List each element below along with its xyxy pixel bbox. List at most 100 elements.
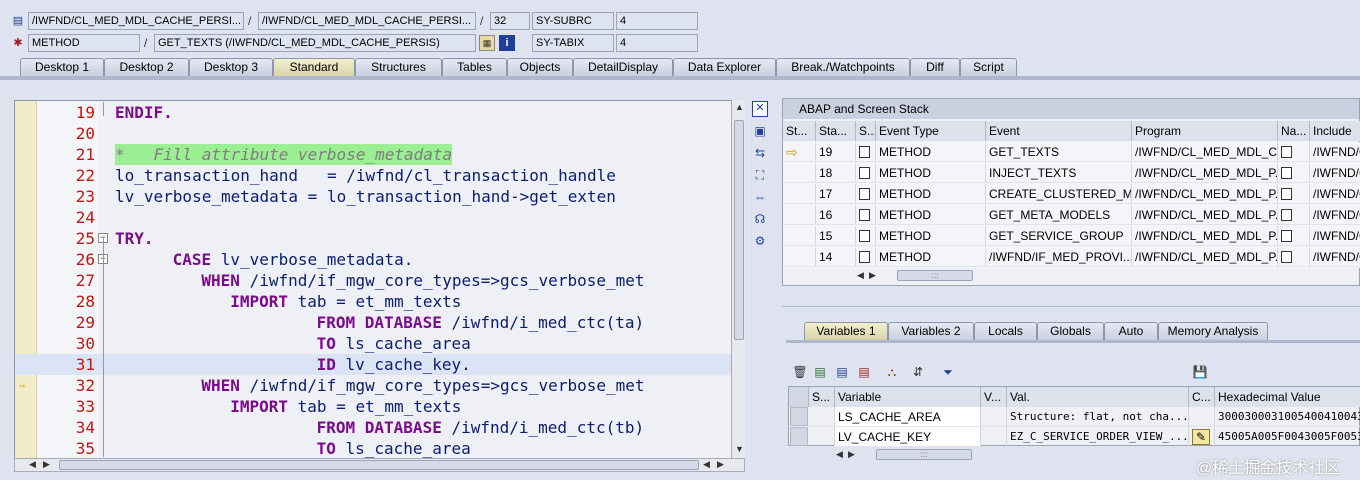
select-all-cell[interactable] bbox=[789, 387, 809, 407]
include-field[interactable]: /IWFND/CL_MED_MDL_CACHE_PERSI... bbox=[258, 12, 476, 30]
code-line[interactable]: 25−TRY. bbox=[15, 228, 733, 249]
tab-script[interactable]: Script bbox=[960, 58, 1017, 76]
event-name[interactable]: GET_TEXTS bbox=[986, 142, 1132, 162]
sy-tabix-name-field[interactable]: SY-TABIX bbox=[532, 34, 614, 52]
include-name[interactable]: /IWFND/C bbox=[1310, 163, 1360, 183]
stack-column-header[interactable]: S... bbox=[856, 121, 876, 141]
delete-icon[interactable]: 🗑 bbox=[792, 364, 808, 380]
scroll-thumb[interactable] bbox=[734, 120, 744, 340]
tab-desktop-2[interactable]: Desktop 2 bbox=[104, 58, 189, 76]
scroll-left-icon[interactable]: ◀ bbox=[29, 459, 36, 470]
code-line[interactable]: 20 bbox=[15, 123, 733, 144]
tab-objects[interactable]: Objects bbox=[507, 58, 573, 76]
tab-globals[interactable]: Globals bbox=[1037, 322, 1104, 340]
tree-icon[interactable]: ⛬ bbox=[884, 364, 900, 380]
scroll-up-icon[interactable]: ▲ bbox=[735, 102, 744, 112]
navigate-cell[interactable] bbox=[1278, 142, 1310, 162]
tab-memory-analysis[interactable]: Memory Analysis bbox=[1158, 322, 1268, 340]
include-name[interactable]: /IWFND/C bbox=[1310, 142, 1360, 162]
variable-name[interactable]: LV_CACHE_KEY bbox=[835, 427, 981, 447]
stack-horizontal-scrollbar[interactable]: ◀ ▶ ::: bbox=[857, 269, 1297, 283]
tab-tables[interactable]: Tables bbox=[442, 58, 507, 76]
variable-value[interactable]: EZ_C_SERVICE_ORDER_VIEW_... bbox=[1007, 427, 1189, 447]
stack-column-header[interactable]: Sta... bbox=[816, 121, 856, 141]
code-line[interactable]: 35 TO ls_cache_area bbox=[15, 438, 733, 459]
program-name[interactable]: /IWFND/CL_MED_MDL_P... bbox=[1132, 226, 1278, 246]
event-name[interactable]: CREATE_CLUSTERED_M... bbox=[986, 184, 1132, 204]
edit-pencil-icon[interactable]: ✎ bbox=[1192, 429, 1210, 445]
tab-locals[interactable]: Locals bbox=[974, 322, 1037, 340]
code-line[interactable]: 24 bbox=[15, 207, 733, 228]
code-line[interactable]: 27 WHEN /iwfnd/if_mgw_core_types=>gcs_ver… bbox=[15, 270, 733, 291]
sy-subrc-name-field[interactable]: SY-SUBRC bbox=[532, 12, 614, 30]
move-icon[interactable]: ⇵ bbox=[910, 364, 926, 380]
resize-icon[interactable]: ⇔ bbox=[752, 189, 768, 205]
event-name[interactable]: /IWFND/IF_MED_PROVI... bbox=[986, 247, 1132, 267]
navigate-icon[interactable] bbox=[1281, 188, 1292, 200]
scroll-left-icon[interactable]: ◀ bbox=[703, 459, 710, 470]
code-line[interactable]: 29 FROM DATABASE /iwfnd/i_med_ctc(ta) bbox=[15, 312, 733, 333]
navigate-icon[interactable] bbox=[1281, 209, 1292, 221]
event-type[interactable]: METHOD bbox=[876, 247, 986, 267]
editor-horizontal-scrollbar[interactable]: ◀ ▶ ◀ ▶ bbox=[14, 458, 745, 472]
variables-column-header[interactable]: Val. bbox=[1007, 387, 1189, 407]
new-tool-icon[interactable]: ▣ bbox=[752, 123, 768, 139]
navigate-icon[interactable] bbox=[1281, 251, 1292, 263]
tab-variables-1[interactable]: Variables 1 bbox=[804, 322, 888, 340]
scroll-thumb[interactable]: ::: bbox=[876, 449, 972, 460]
line-number-field[interactable]: 32 bbox=[490, 12, 530, 30]
event-type-field[interactable]: METHOD bbox=[28, 34, 140, 52]
code-line[interactable]: 34 FROM DATABASE /iwfnd/i_med_ctc(tb) bbox=[15, 417, 733, 438]
tab-standard[interactable]: Standard bbox=[273, 58, 355, 76]
sy-subrc-value-field[interactable]: 4 bbox=[616, 12, 698, 30]
include-name[interactable]: /IWFND/C bbox=[1310, 184, 1360, 204]
include-name[interactable]: /IWFND/C bbox=[1310, 226, 1360, 246]
maximize-icon[interactable]: ⛶ bbox=[752, 167, 768, 183]
code-line[interactable]: 30 TO ls_cache_area bbox=[15, 333, 733, 354]
scroll-down-icon[interactable]: ▼ bbox=[735, 444, 744, 454]
variables-column-header[interactable]: Variable bbox=[835, 387, 981, 407]
scroll-left-icon[interactable]: ◀ bbox=[836, 449, 843, 460]
event-type[interactable]: METHOD bbox=[876, 184, 986, 204]
save-icon[interactable]: 💾 bbox=[1192, 364, 1208, 380]
tab-diff[interactable]: Diff bbox=[910, 58, 960, 76]
navigate-cell[interactable] bbox=[1278, 163, 1310, 183]
tab-auto[interactable]: Auto bbox=[1104, 322, 1158, 340]
stack-column-header[interactable]: Include bbox=[1310, 121, 1360, 141]
navigate-icon[interactable] bbox=[1281, 230, 1292, 242]
event-name[interactable]: GET_META_MODELS bbox=[986, 205, 1132, 225]
event-type[interactable]: METHOD bbox=[876, 205, 986, 225]
variable-name[interactable]: LS_CACHE_AREA bbox=[835, 407, 981, 427]
load-variables-icon[interactable]: ▤ bbox=[834, 364, 850, 380]
scroll-right-icon[interactable]: ▶ bbox=[869, 270, 876, 281]
variables-column-header[interactable]: C... bbox=[1189, 387, 1215, 407]
export-variables-icon[interactable]: ▤ bbox=[856, 364, 872, 380]
scroll-thumb[interactable] bbox=[59, 460, 699, 470]
view-cell[interactable] bbox=[981, 407, 1007, 427]
tab-break-watchpoints[interactable]: Break./Watchpoints bbox=[776, 58, 910, 76]
code-line[interactable]: 32 ⇨ WHEN /iwfnd/if_mgw_core_types=>gcs_ve… bbox=[15, 375, 733, 396]
settings-icon[interactable]: ⚙ bbox=[752, 233, 768, 249]
event-name[interactable]: INJECT_TEXTS bbox=[986, 163, 1132, 183]
change-cell[interactable]: ✎ bbox=[1189, 427, 1215, 447]
filter-icon[interactable]: ⏷ bbox=[940, 364, 956, 380]
include-name[interactable]: /IWFND/C bbox=[1310, 247, 1360, 267]
stack-column-header[interactable]: Na... bbox=[1278, 121, 1310, 141]
stack-column-header[interactable]: Program bbox=[1132, 121, 1278, 141]
swap-tool-icon[interactable]: ⇆ bbox=[752, 145, 768, 161]
program-field[interactable]: /IWFND/CL_MED_MDL_CACHE_PERSI... bbox=[28, 12, 244, 30]
tab-data-explorer[interactable]: Data Explorer bbox=[673, 58, 776, 76]
navigate-cell[interactable] bbox=[1278, 226, 1310, 246]
program-name[interactable]: /IWFND/CL_MED_MDL_P... bbox=[1132, 184, 1278, 204]
scroll-thumb[interactable]: ::: bbox=[897, 270, 973, 281]
display-source-icon[interactable]: ▦ bbox=[479, 35, 495, 51]
tab-detaildisplay[interactable]: DetailDisplay bbox=[573, 58, 673, 76]
close-icon[interactable]: ✕ bbox=[752, 101, 768, 117]
row-selector[interactable] bbox=[790, 427, 808, 446]
program-name[interactable]: /IWFND/CL_MED_MDL_C... bbox=[1132, 142, 1278, 162]
navigate-cell[interactable] bbox=[1278, 205, 1310, 225]
tab-structures[interactable]: Structures bbox=[355, 58, 442, 76]
code-line[interactable]: 19 ENDIF. bbox=[15, 102, 733, 123]
editor-vertical-scrollbar[interactable]: ▲ ▼ bbox=[731, 100, 745, 460]
tab-desktop-3[interactable]: Desktop 3 bbox=[189, 58, 273, 76]
